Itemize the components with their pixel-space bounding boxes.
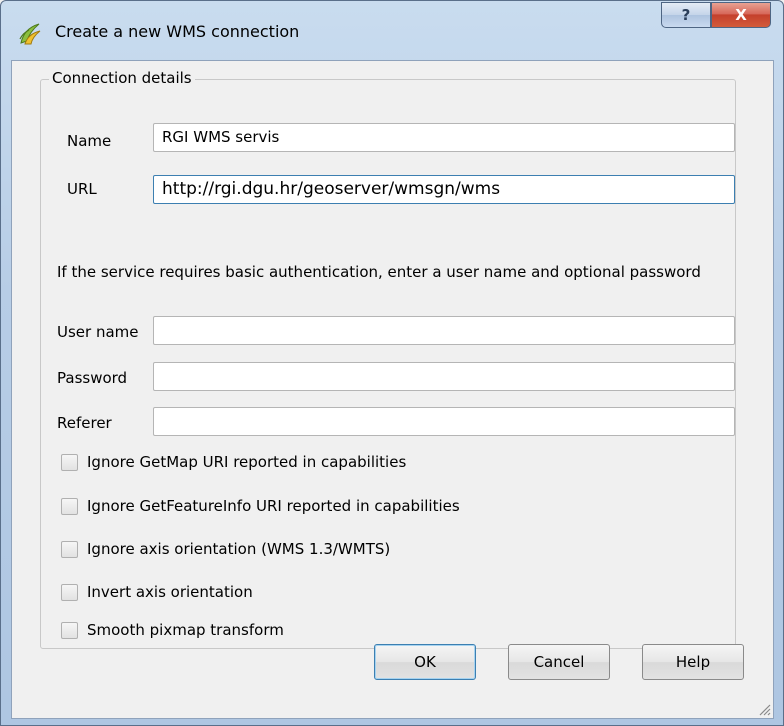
checkbox-ignore-axis-orientation[interactable]: Ignore axis orientation (WMS 1.3/WMTS) [61, 540, 390, 558]
url-label: URL [67, 180, 97, 198]
referer-input[interactable] [153, 407, 735, 436]
password-label: Password [57, 369, 128, 387]
checkbox-box[interactable] [61, 540, 78, 558]
title-close-button[interactable]: X [711, 2, 771, 28]
title-bar[interactable]: Create a new WMS connection ? X [1, 1, 783, 61]
checkbox-box[interactable] [61, 453, 78, 471]
qgis-logo-icon [19, 23, 41, 45]
checkbox-box[interactable] [61, 621, 78, 639]
checkbox-label: Ignore axis orientation (WMS 1.3/WMTS) [87, 540, 391, 558]
cancel-button[interactable]: Cancel [508, 644, 610, 680]
dialog-client-area: Connection details Name RGI WMS servis U… [11, 60, 774, 719]
checkbox-label: Invert axis orientation [87, 583, 253, 601]
checkbox-ignore-getmap[interactable]: Ignore GetMap URI reported in capabiliti… [61, 453, 406, 471]
password-input[interactable] [153, 362, 735, 391]
group-title: Connection details [49, 69, 195, 87]
name-input[interactable]: RGI WMS servis [153, 123, 735, 152]
url-input[interactable]: http://rgi.dgu.hr/geoserver/wmsgn/wms [153, 175, 735, 204]
checkbox-label: Ignore GetMap URI reported in capabiliti… [87, 453, 407, 471]
referer-label: Referer [57, 414, 112, 432]
name-input-value: RGI WMS servis [162, 128, 280, 146]
ok-button[interactable]: OK [374, 644, 476, 680]
username-label: User name [57, 323, 139, 341]
name-label: Name [67, 132, 112, 150]
checkbox-label: Ignore GetFeatureInfo URI reported in ca… [87, 497, 460, 515]
question-mark-icon: ? [681, 6, 691, 24]
help-button[interactable]: Help [642, 644, 744, 680]
dialog-window: Create a new WMS connection ? X Connecti… [0, 0, 784, 726]
checkbox-invert-axis-orientation[interactable]: Invert axis orientation [61, 583, 253, 601]
checkbox-box[interactable] [61, 497, 78, 515]
close-icon: X [735, 6, 747, 24]
checkbox-box[interactable] [61, 583, 78, 601]
checkbox-label: Smooth pixmap transform [87, 621, 284, 639]
checkbox-smooth-pixmap[interactable]: Smooth pixmap transform [61, 621, 284, 639]
auth-info-text: If the service requires basic authentica… [57, 263, 701, 281]
resize-grip-icon[interactable] [757, 702, 771, 716]
connection-details-group: Connection details Name RGI WMS servis U… [40, 69, 736, 649]
title-help-button[interactable]: ? [661, 2, 711, 28]
url-input-value: http://rgi.dgu.hr/geoserver/wmsgn/wms [162, 179, 501, 199]
username-input[interactable] [153, 316, 735, 345]
window-title: Create a new WMS connection [55, 22, 300, 41]
checkbox-ignore-getfeatureinfo[interactable]: Ignore GetFeatureInfo URI reported in ca… [61, 497, 460, 515]
